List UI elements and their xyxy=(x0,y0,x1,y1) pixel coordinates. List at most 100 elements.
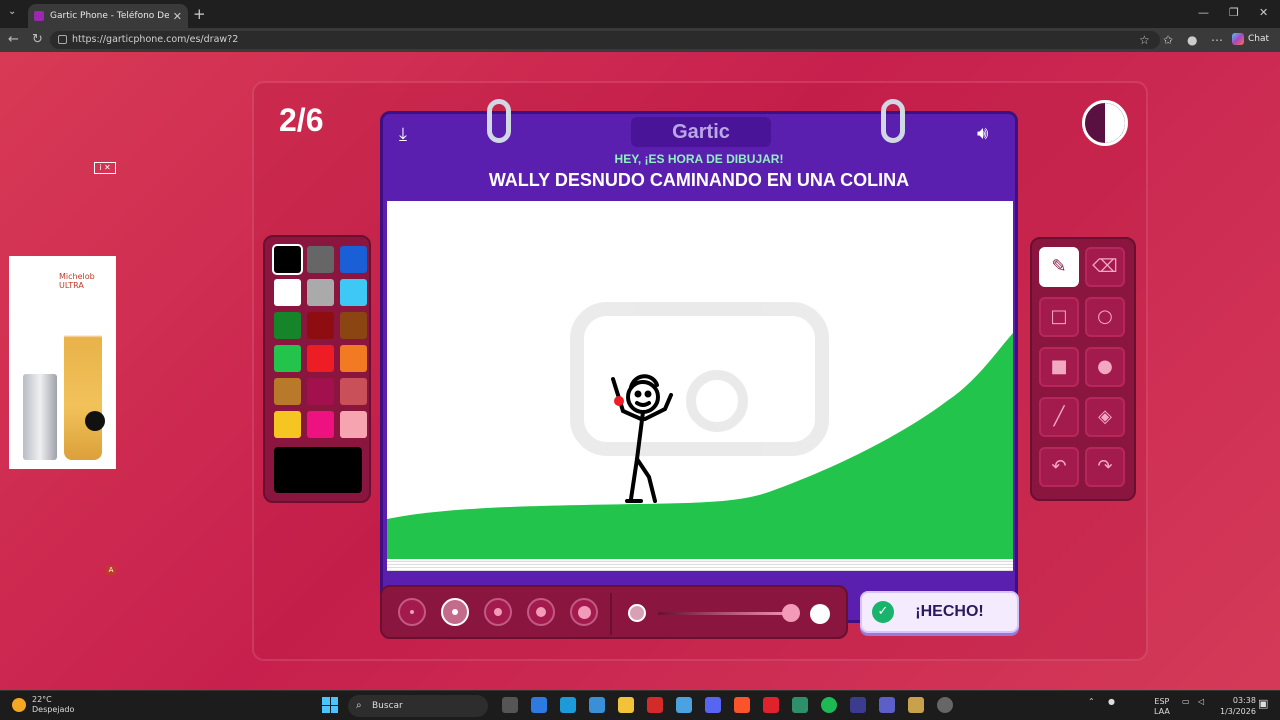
color-swatch[interactable] xyxy=(274,345,301,372)
favorite-star-icon[interactable]: ☆ xyxy=(1139,33,1150,47)
league-app-icon[interactable] xyxy=(908,697,924,713)
opacity-max-icon[interactable] xyxy=(810,604,830,624)
sound-icon[interactable]: 🔊︎ xyxy=(977,123,988,144)
gartic-logo: Gartic xyxy=(631,117,771,147)
weather-widget[interactable]: 22°C Despejado xyxy=(12,695,74,715)
store-app-icon[interactable] xyxy=(589,697,605,713)
download-icon[interactable]: ⤓ xyxy=(399,124,407,145)
vscode-app-icon[interactable] xyxy=(850,697,866,713)
new-tab-button[interactable]: + xyxy=(193,5,206,23)
color-swatch[interactable] xyxy=(340,345,367,372)
color-swatch[interactable] xyxy=(307,378,334,405)
close-window-icon[interactable]: ✕ xyxy=(1259,6,1268,19)
taskbar-search[interactable]: ⌕ Buscar xyxy=(348,695,488,717)
edge-app-icon[interactable] xyxy=(560,697,576,713)
brush-size-button[interactable] xyxy=(398,598,426,626)
opera-app-icon[interactable] xyxy=(763,697,779,713)
teams-app-icon[interactable] xyxy=(879,697,895,713)
notepad-app-icon[interactable] xyxy=(676,697,692,713)
ad-label-icon[interactable]: A xyxy=(106,565,116,575)
color-swatch[interactable] xyxy=(272,244,303,275)
search-icon: ⌕ xyxy=(356,700,362,711)
site-info-icon[interactable] xyxy=(58,35,67,44)
color-swatch[interactable] xyxy=(307,345,334,372)
language-indicator[interactable]: ESP LAA xyxy=(1154,697,1170,717)
notifications-icon[interactable]: ▣ xyxy=(1258,697,1268,710)
color-swatch[interactable] xyxy=(307,246,334,273)
explorer-app-icon[interactable] xyxy=(618,697,634,713)
tray-chevron-icon[interactable]: ⌃ xyxy=(1088,697,1095,706)
language-code: ESP xyxy=(1154,697,1170,706)
brave-app-icon[interactable] xyxy=(734,697,750,713)
date: 1/3/2026 xyxy=(1220,707,1256,716)
color-swatch[interactable] xyxy=(307,312,334,339)
timer-icon xyxy=(1082,100,1128,146)
settings-app-icon[interactable] xyxy=(937,697,953,713)
close-tab-icon[interactable]: ✕ xyxy=(173,10,182,23)
opera-gx-app-icon[interactable] xyxy=(647,697,663,713)
game-page: i ✕ Michelob ULTRA A 2/6 Gartic ⤓ 🔊︎ HEY… xyxy=(0,52,1280,690)
reload-icon[interactable]: ↻ xyxy=(32,32,43,47)
eraser-icon[interactable]: ⌫ xyxy=(1085,247,1125,287)
pencil-icon[interactable]: ✎ xyxy=(1039,247,1079,287)
drawing-canvas[interactable] xyxy=(387,201,1013,559)
maximize-icon[interactable]: ❐ xyxy=(1229,6,1239,19)
tab-menu-icon[interactable]: ⌄ xyxy=(8,6,16,17)
opacity-slider[interactable] xyxy=(658,612,788,615)
ellipse-fill-icon[interactable]: ● xyxy=(1085,347,1125,387)
profile-avatar-icon[interactable]: ● xyxy=(1187,33,1197,47)
more-menu-icon[interactable]: ⋯ xyxy=(1211,33,1223,47)
back-icon[interactable]: ← xyxy=(8,32,19,47)
rectangle-fill-icon[interactable]: ■ xyxy=(1039,347,1079,387)
office-app-icon[interactable] xyxy=(792,697,808,713)
clock[interactable]: 03:38 1/3/2026 xyxy=(1220,695,1256,717)
brush-size-button[interactable] xyxy=(441,598,469,626)
round-counter: 2/6 xyxy=(279,102,324,138)
copilot-chat-button[interactable]: Chat xyxy=(1232,33,1269,45)
ellipse-outline-icon[interactable]: ○ xyxy=(1085,297,1125,337)
brush-size-button[interactable] xyxy=(484,598,512,626)
color-swatch[interactable] xyxy=(340,279,367,306)
color-swatch[interactable] xyxy=(340,378,367,405)
color-swatch[interactable] xyxy=(274,279,301,306)
favorites-icon[interactable]: ✩ xyxy=(1163,33,1173,47)
color-swatch[interactable] xyxy=(340,411,367,438)
copilot-app-icon[interactable] xyxy=(531,697,547,713)
ad-choices-icon[interactable]: i ✕ xyxy=(94,162,116,174)
color-swatch[interactable] xyxy=(274,378,301,405)
color-swatch[interactable] xyxy=(274,312,301,339)
rectangle-outline-icon[interactable]: □ xyxy=(1039,297,1079,337)
beer-can-image xyxy=(23,374,57,460)
spotify-app-icon[interactable] xyxy=(821,697,837,713)
network-icon[interactable]: ▭ xyxy=(1182,697,1190,706)
done-label: ¡HECHO! xyxy=(915,603,984,620)
task-view-icon[interactable] xyxy=(502,697,518,713)
minimize-icon[interactable]: — xyxy=(1198,6,1209,19)
color-swatch[interactable] xyxy=(307,411,334,438)
line-icon[interactable]: ╱ xyxy=(1039,397,1079,437)
url-input[interactable]: https://garticphone.com/es/draw?2 xyxy=(50,31,1160,49)
gartic-favicon-icon xyxy=(34,11,44,21)
tray-app-icon[interactable]: ● xyxy=(1108,697,1115,706)
temperature: 22°C xyxy=(32,695,52,704)
red-dot-mark xyxy=(614,396,624,406)
done-button[interactable]: ✓ ¡HECHO! xyxy=(860,591,1019,633)
color-swatch[interactable] xyxy=(307,279,334,306)
windows-start-icon[interactable] xyxy=(322,697,338,713)
browser-tab[interactable]: Gartic Phone - Teléfono Descomp ✕ xyxy=(28,4,188,28)
brush-size-button[interactable] xyxy=(570,598,598,626)
volume-icon[interactable]: ◁ xyxy=(1198,697,1204,706)
beer-ad-banner[interactable]: Michelob ULTRA xyxy=(9,256,116,469)
color-swatch[interactable] xyxy=(274,411,301,438)
brush-size-button[interactable] xyxy=(527,598,555,626)
opacity-min-icon[interactable] xyxy=(628,604,646,622)
brush-size-dot xyxy=(409,609,415,615)
color-swatch[interactable] xyxy=(340,246,367,273)
discord-app-icon[interactable] xyxy=(705,697,721,713)
fill-bucket-icon[interactable]: ◈ xyxy=(1085,397,1125,437)
undo-icon[interactable]: ↶ xyxy=(1039,447,1079,487)
opacity-slider-handle[interactable] xyxy=(782,604,800,622)
redo-icon[interactable]: ↷ xyxy=(1085,447,1125,487)
paper-edge xyxy=(387,559,1013,571)
color-swatch[interactable] xyxy=(340,312,367,339)
